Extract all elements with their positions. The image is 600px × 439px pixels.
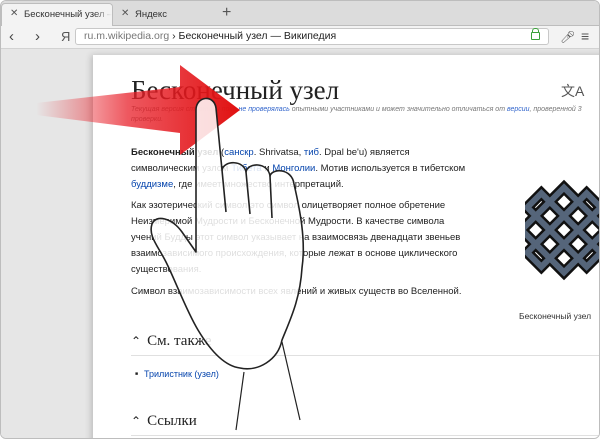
lock-icon [531,28,540,40]
p1-line2-c: . Мотив используется в тибетском [315,163,466,174]
yandex-logo[interactable]: Я [61,29,70,44]
paragraph-esoteric: Как эзотерический символ это символ олиц… [131,198,501,278]
section-links-label: Ссылки [147,413,197,429]
tab-label: Яндекс [135,9,167,20]
endless-knot-image[interactable] [525,155,599,305]
p2-line3: учений Будды этот символ указывает на вз… [131,232,461,243]
revision-note: Текущая версия страницы пока не проверял… [131,105,599,125]
p2-line5: существования. [131,264,202,275]
p1-b: . Shrivatsa, [253,147,304,158]
address-host: ru.m.wikipedia.org [84,30,170,42]
divider [131,435,599,436]
p2-line4: взаимозависимого происхождения, которые … [131,248,458,259]
browser-window: ✕ Бесконечный узел — ✕ Яндекс + ‹ › Я ru… [0,0,600,439]
image-caption: Бесконечный узел [519,311,592,321]
note-line2: проверки. [131,116,164,123]
chevron-up-icon: ⌃ [131,334,142,348]
paragraph-intro: Бесконечный узел (санскр. Shrivatsa, тиб… [131,145,501,193]
note-link-unchecked[interactable]: не проверялась [239,106,290,113]
link-tibetan[interactable]: тиб [304,147,319,158]
note-hidden: страницы пока [185,106,237,113]
paragraph-symbol: Символ взаимозависимости всех явлений и … [131,286,462,297]
plus-icon[interactable]: + [222,4,231,22]
article-page: Бесконечный узел 文A Текущая версия стран… [93,55,599,438]
address-bar[interactable]: ru.m.wikipedia.org › Бесконечный узел — … [75,28,549,45]
note-prefix: Текущая версия [131,106,186,113]
term-bold: Бесконечный узел [131,147,219,158]
address-separator: › [169,30,179,42]
link-sanskrit[interactable]: санскр [224,147,253,158]
divider [131,355,599,356]
note-link-version[interactable]: версии [507,106,530,113]
address-page: Бесконечный узел — Википедия [178,30,337,42]
back-icon[interactable]: ‹ [9,28,14,46]
close-icon[interactable]: ✕ [10,8,18,19]
p2-line1: Как эзотерический символ это символ олиц… [131,200,446,211]
toolbar: ‹ › Я ru.m.wikipedia.org › Бесконечный у… [1,26,599,49]
section-links[interactable]: ⌃ Ссылки [131,413,197,430]
microphone-icon[interactable]: 🎤︎ [560,30,575,44]
translate-icon[interactable]: 文A [561,81,584,101]
p1-line3: , где имеет множество интерпретаций. [173,179,344,190]
note-suffix: , проверенной 3 [529,106,582,113]
section-see-also[interactable]: ⌃ См. также [131,333,212,350]
p1-c: . Dpal be'u) является [319,147,410,158]
forward-icon[interactable]: › [35,28,40,46]
tab-wikipedia[interactable]: ✕ Бесконечный узел — [1,3,113,26]
p2-line2: Неизмеримой Мудрости и Бесконечной Мудро… [131,216,445,227]
section-see-also-label: См. также [147,333,212,349]
page-title: Бесконечный узел [131,75,340,105]
link-mongolia[interactable]: Монголии [272,163,315,174]
p1-line2-a: символическим узлом [131,163,232,174]
note-mid: опытными участниками и может значительно… [289,106,507,113]
tab-strip: ✕ Бесконечный узел — ✕ Яндекс + [1,1,599,26]
chevron-up-icon: ⌃ [131,414,142,428]
link-buddhism[interactable]: буддизме [131,179,173,190]
page-viewport: Бесконечный узел 文A Текущая версия стран… [1,49,599,438]
close-icon[interactable]: ✕ [121,8,129,19]
menu-icon[interactable]: ≡ [581,28,589,44]
tab-yandex[interactable]: ✕ Яндекс [113,4,213,25]
p1-line2-b: и [261,163,273,174]
list-item-trefoil[interactable]: Трилистник (узел) [135,369,219,379]
link-tibet[interactable]: Тибета [231,163,262,174]
